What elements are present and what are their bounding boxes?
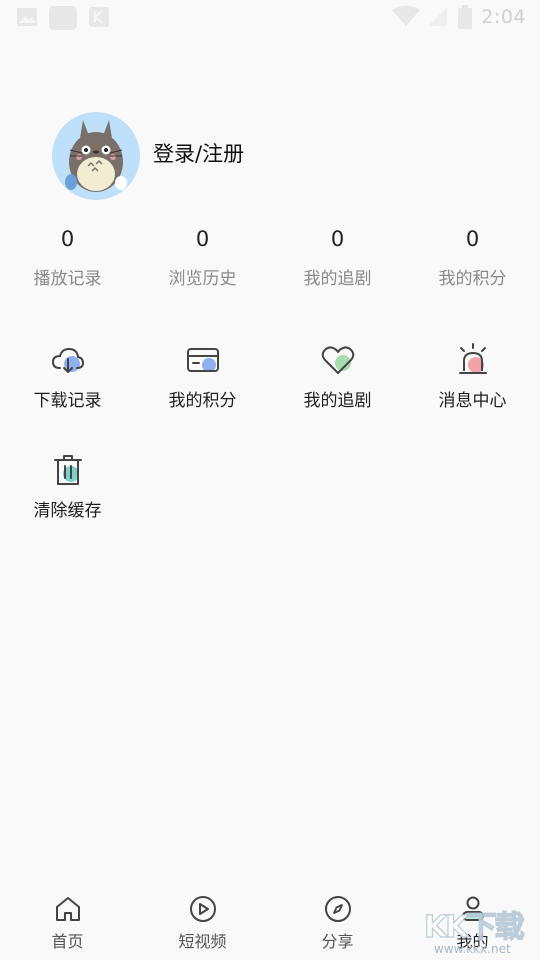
watermark-url: www.kkx.net <box>434 942 511 956</box>
play-icon <box>189 896 216 922</box>
battery-icon <box>458 5 472 29</box>
stat-value: 0 <box>195 227 210 251</box>
compass-icon <box>324 896 351 922</box>
notification-icon <box>49 6 77 30</box>
stat-label: 播放记录 <box>33 269 102 289</box>
status-bar: 2:04 <box>0 0 540 36</box>
totoro-avatar <box>52 112 140 200</box>
heart-icon <box>321 346 354 374</box>
feature-download-records[interactable]: 下载记录 <box>0 342 135 411</box>
nav-home[interactable]: 首页 <box>0 894 135 952</box>
home-icon <box>55 897 80 921</box>
alarm-icon <box>458 343 487 374</box>
feature-label: 我的追剧 <box>303 391 372 411</box>
stat-my-follows[interactable]: 0 我的追剧 <box>270 224 405 289</box>
watermark-text: KK下载 <box>423 909 525 945</box>
avatar[interactable] <box>52 112 140 200</box>
stats-row: 0 播放记录 0 浏览历史 0 我的追剧 0 我的积分 <box>0 224 540 294</box>
stat-my-points[interactable]: 0 我的积分 <box>405 224 540 289</box>
cloud-download-icon <box>51 347 84 373</box>
feature-label: 下载记录 <box>33 391 102 411</box>
feature-label: 我的积分 <box>168 391 237 411</box>
feature-label: 清除缓存 <box>33 501 102 521</box>
nav-label: 分享 <box>321 932 354 951</box>
nav-label: 首页 <box>51 932 84 951</box>
stat-value: 0 <box>330 227 345 251</box>
nav-short-video[interactable]: 短视频 <box>135 894 270 952</box>
stat-value: 0 <box>465 227 480 251</box>
stat-label: 浏览历史 <box>168 269 237 289</box>
stat-browse-history[interactable]: 0 浏览历史 <box>135 224 270 289</box>
wifi-icon <box>392 5 420 26</box>
app-icon <box>89 7 109 27</box>
login-register-link[interactable]: 登录/注册 <box>153 138 244 168</box>
watermark: KK下载 www.kkx.net <box>418 902 540 960</box>
feature-my-follows[interactable]: 我的追剧 <box>270 342 405 411</box>
status-time: 2:04 <box>481 6 526 28</box>
feature-clear-cache[interactable]: 清除缓存 <box>0 452 135 521</box>
stat-label: 我的积分 <box>438 269 507 289</box>
signal-icon <box>428 7 447 26</box>
nav-share[interactable]: 分享 <box>270 894 405 952</box>
feature-my-points[interactable]: 我的积分 <box>135 342 270 411</box>
image-icon <box>17 8 37 26</box>
trash-icon <box>53 455 82 485</box>
feature-message-center[interactable]: 消息中心 <box>405 342 540 411</box>
feature-label: 消息中心 <box>438 391 507 411</box>
stat-value: 0 <box>60 227 75 251</box>
stat-label: 我的追剧 <box>303 269 372 289</box>
stat-play-records[interactable]: 0 播放记录 <box>0 224 135 289</box>
nav-label: 短视频 <box>178 932 227 951</box>
card-icon <box>186 348 219 372</box>
